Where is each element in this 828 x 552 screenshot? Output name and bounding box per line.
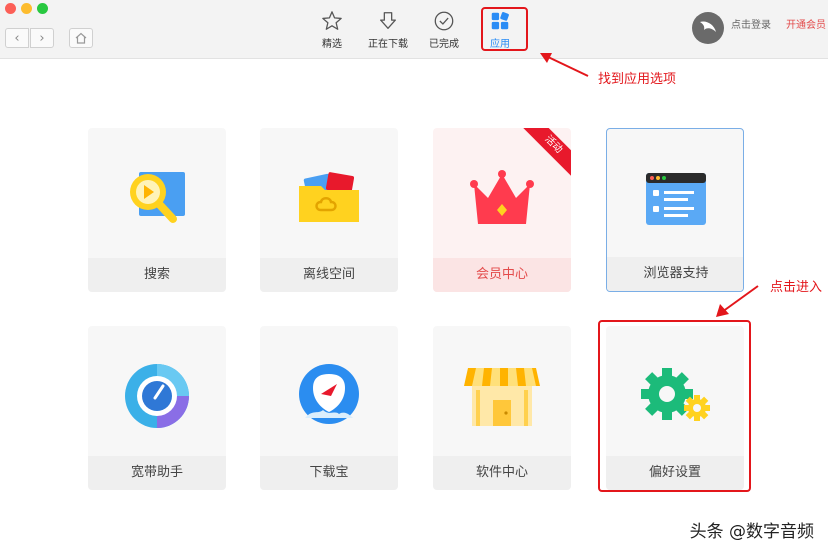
watermark: 头条 @数字音频	[689, 522, 814, 542]
toolbar: ‹ › 精选 正在下载 已完成 应用 点击登录 开通会员	[0, 0, 828, 59]
app-label: 下载宝	[260, 456, 398, 490]
speed-gauge-icon	[125, 364, 189, 428]
avatar[interactable]	[692, 12, 724, 44]
app-label: 宽带助手	[88, 456, 226, 490]
search-play-icon	[130, 172, 185, 223]
apps-tab-highlight	[481, 7, 528, 51]
forward-arrow-icon: ›	[39, 30, 45, 46]
app-browser-support[interactable]: 浏览器支持	[606, 128, 744, 292]
minimize-window-button[interactable]	[21, 3, 32, 14]
app-download-bao[interactable]: 下载宝	[260, 326, 398, 490]
forward-button[interactable]: ›	[30, 28, 54, 48]
browser-window-icon	[646, 173, 706, 225]
login-link[interactable]: 点击登录	[731, 16, 771, 31]
vip-link[interactable]: 开通会员	[786, 16, 826, 31]
offline-folder-icon	[299, 172, 359, 222]
store-icon	[464, 368, 540, 426]
annotation-find-apps: 找到应用选项	[598, 72, 677, 87]
app-label: 搜索	[88, 258, 226, 292]
app-vip-center[interactable]: 活动 会员中心	[433, 128, 571, 292]
download-bao-icon	[299, 364, 359, 424]
app-label: 会员中心	[433, 258, 571, 292]
app-offline-space[interactable]: 离线空间	[260, 128, 398, 292]
back-button[interactable]: ‹	[5, 28, 29, 48]
tab-label: 精选	[322, 39, 342, 50]
close-window-button[interactable]	[5, 3, 16, 14]
preferences-highlight	[598, 320, 751, 492]
zoom-window-button[interactable]	[37, 3, 48, 14]
annotation-click-enter: 点击进入	[770, 280, 823, 295]
check-circle-icon	[434, 11, 454, 31]
back-arrow-icon: ‹	[14, 30, 20, 46]
home-icon	[75, 32, 87, 44]
crown-icon	[470, 170, 534, 224]
tab-label: 正在下载	[368, 39, 408, 50]
tab-featured[interactable]: 精选	[304, 10, 360, 52]
app-label: 离线空间	[260, 258, 398, 292]
tab-label: 已完成	[429, 39, 459, 50]
home-button[interactable]	[69, 28, 93, 48]
app-software-center[interactable]: 软件中心	[433, 326, 571, 490]
bird-logo-icon	[700, 21, 716, 32]
arrow-to-preferences-icon	[716, 285, 759, 317]
tab-downloading[interactable]: 正在下载	[360, 10, 416, 52]
star-icon	[322, 11, 342, 30]
arrow-to-apps-icon	[540, 53, 589, 77]
download-arrow-icon	[380, 12, 396, 29]
tab-completed[interactable]: 已完成	[416, 10, 472, 52]
app-broadband-helper[interactable]: 宽带助手	[88, 326, 226, 490]
app-search[interactable]: 搜索	[88, 128, 226, 292]
app-label: 软件中心	[433, 456, 571, 490]
